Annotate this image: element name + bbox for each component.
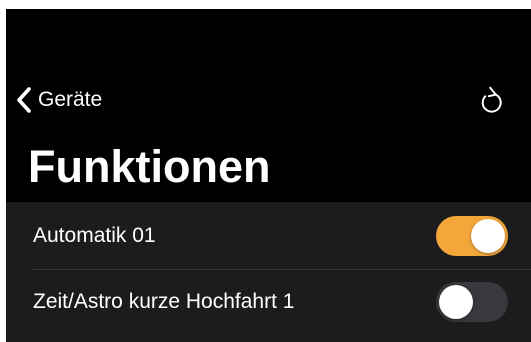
reload-icon <box>476 86 508 121</box>
chevron-left-icon <box>16 86 32 114</box>
toggle-knob <box>471 219 505 253</box>
list-item: Zeit/Astro kurze Hochfahrt 1 <box>6 270 531 334</box>
page-title: Funktionen <box>28 141 271 192</box>
toggle-knob <box>439 285 473 319</box>
function-label: Automatik 01 <box>33 224 156 247</box>
function-label: Zeit/Astro kurze Hochfahrt 1 <box>33 290 295 313</box>
automatik-toggle[interactable] <box>436 216 508 256</box>
back-button-label: Geräte <box>38 88 103 111</box>
list-item: Automatik 01 <box>6 204 531 268</box>
app-screen: Geräte Funktionen Automatik 01 Zeit/Astr… <box>6 9 531 342</box>
back-button[interactable]: Geräte <box>16 86 102 114</box>
functions-list: Automatik 01 Zeit/Astro kurze Hochfahrt … <box>6 202 531 342</box>
reload-button[interactable] <box>476 85 508 117</box>
zeit-astro-toggle[interactable] <box>436 282 508 322</box>
